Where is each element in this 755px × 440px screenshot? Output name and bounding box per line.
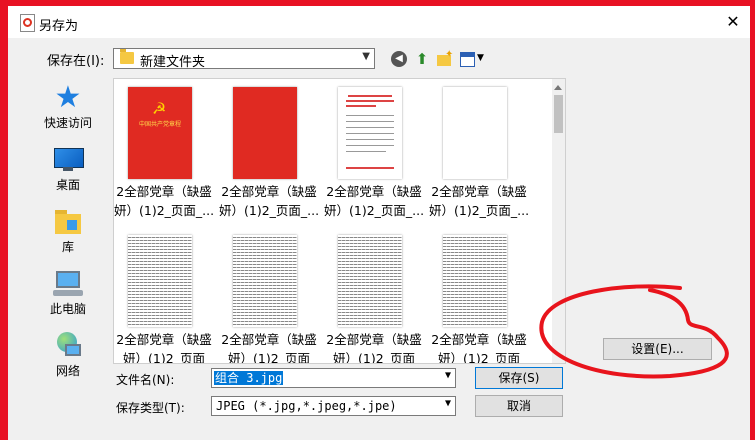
place-label: 桌面 — [55, 178, 80, 192]
file-thumbnail — [338, 87, 402, 179]
scroll-thumb[interactable] — [554, 95, 563, 133]
place-label: 库 — [61, 240, 74, 254]
file-item[interactable]: 2全部党章（缺盛 妍）(1)2_页面_... — [324, 79, 424, 219]
place-label: 快速访问 — [43, 116, 92, 130]
file-item[interactable]: 2全部党章（缺盛 妍）(1)2_页面 — [219, 227, 319, 364]
file-thumbnail — [128, 235, 192, 327]
place-network[interactable]: 网络 — [30, 326, 106, 384]
network-icon — [53, 332, 83, 360]
place-label: 此电脑 — [49, 302, 86, 316]
place-quick-access[interactable]: ★ 快速访问 — [30, 78, 106, 136]
file-item[interactable]: 2全部党章（缺盛 妍）(1)2_页面_... — [219, 79, 319, 219]
save-as-dialog: 另存为 ✕ 保存在(I): 新建文件夹 ▼ ◀ ⬆ ✦ ▼ ★ 快速访问 桌面 … — [8, 6, 750, 440]
new-folder-button[interactable]: ✦ — [435, 49, 455, 68]
place-desktop[interactable]: 桌面 — [30, 140, 106, 198]
filename-input[interactable]: 组合 3.jpg ▼ — [211, 368, 456, 388]
file-item[interactable]: 2全部党章（缺盛 妍）(1)2_页面 — [324, 227, 424, 364]
place-this-pc[interactable]: 此电脑 — [30, 264, 106, 322]
file-thumbnail — [233, 87, 297, 179]
folder-icon — [120, 49, 134, 64]
vertical-scrollbar[interactable] — [552, 79, 565, 363]
look-in-value: 新建文件夹 — [140, 55, 206, 70]
chevron-down-icon[interactable]: ▼ — [445, 370, 451, 381]
close-button[interactable]: ✕ — [722, 12, 744, 32]
library-icon — [53, 208, 83, 236]
file-name: 2全部党章（缺盛 妍）(1)2_页面 — [431, 332, 527, 364]
file-list[interactable]: ☭ 中国共产党章程 2全部党章（缺盛 妍）(1)2_页面_... 2全部党章（缺… — [113, 78, 566, 364]
filetype-label: 保存类型(T): — [116, 401, 185, 415]
back-arrow-icon: ◀ — [391, 51, 407, 67]
look-in-label: 保存在(I): — [47, 54, 105, 69]
title-bar: 另存为 ✕ — [8, 6, 750, 38]
view-menu-icon — [460, 52, 475, 67]
file-item[interactable]: ☭ 中国共产党章程 2全部党章（缺盛 妍）(1)2_页面_... — [114, 79, 214, 219]
filetype-value: JPEG (*.jpg,*.jpeg,*.jpe) — [216, 399, 397, 413]
file-thumbnail — [233, 235, 297, 327]
window-title: 另存为 — [39, 19, 79, 34]
file-name: 2全部党章（缺盛 妍）(1)2_页面_... — [114, 184, 215, 218]
file-name: 2全部党章（缺盛 妍）(1)2_页面_... — [324, 184, 425, 218]
cancel-button[interactable]: 取消 — [475, 395, 563, 417]
filename-label: 文件名(N): — [116, 373, 175, 387]
places-bar: ★ 快速访问 桌面 库 此电脑 网络 — [30, 78, 106, 379]
back-button[interactable]: ◀ — [389, 50, 409, 68]
view-menu-button[interactable]: ▼ — [458, 50, 486, 68]
sparkle-icon: ✦ — [445, 49, 454, 60]
hammer-sickle-icon: ☭ — [152, 99, 167, 118]
save-button[interactable]: 保存(S) — [475, 367, 563, 389]
scroll-up-icon[interactable] — [554, 85, 562, 90]
up-folder-icon: ⬆ — [415, 50, 429, 68]
file-name: 2全部党章（缺盛 妍）(1)2_页面_... — [219, 184, 320, 218]
file-thumbnail — [338, 235, 402, 327]
file-item[interactable]: 2全部党章（缺盛 妍）(1)2_页面_... — [429, 79, 529, 219]
place-libraries[interactable]: 库 — [30, 202, 106, 260]
pdf-app-icon — [20, 14, 35, 32]
chevron-down-icon: ▼ — [362, 51, 370, 62]
star-icon: ★ — [54, 80, 82, 115]
desktop-icon — [53, 146, 84, 174]
file-item[interactable]: 2全部党章（缺盛 妍）(1)2_页面 — [114, 227, 214, 364]
computer-icon — [53, 270, 83, 298]
chevron-down-icon: ▼ — [477, 53, 484, 63]
file-thumbnail — [443, 235, 507, 327]
up-folder-button[interactable]: ⬆ — [412, 50, 432, 68]
file-name: 2全部党章（缺盛 妍）(1)2_页面 — [116, 332, 212, 364]
file-name: 2全部党章（缺盛 妍）(1)2_页面 — [221, 332, 317, 364]
cover-title: 中国共产党章程 — [138, 121, 181, 128]
chevron-down-icon[interactable]: ▼ — [445, 398, 451, 409]
place-label: 网络 — [55, 364, 80, 378]
file-thumbnail: ☭ 中国共产党章程 — [128, 87, 192, 179]
look-in-select[interactable]: 新建文件夹 ▼ — [113, 48, 375, 70]
file-name: 2全部党章（缺盛 妍）(1)2_页面_... — [429, 184, 530, 218]
file-name: 2全部党章（缺盛 妍）(1)2_页面 — [326, 332, 422, 364]
settings-button[interactable]: 设置(E)... — [603, 338, 712, 360]
filetype-select[interactable]: JPEG (*.jpg,*.jpeg,*.jpe) ▼ — [211, 396, 456, 416]
filename-value: 组合 3.jpg — [214, 371, 284, 385]
file-item[interactable]: 2全部党章（缺盛 妍）(1)2_页面 — [429, 227, 529, 364]
file-thumbnail — [443, 87, 507, 179]
